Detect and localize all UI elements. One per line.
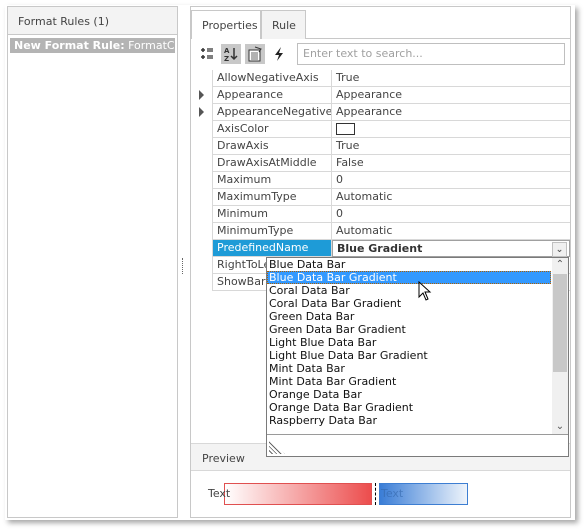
expand-arrow-icon[interactable] <box>199 107 204 117</box>
panel-splitter[interactable] <box>178 6 190 518</box>
dropdown-item[interactable]: Orange Data Bar Gradient <box>267 401 551 414</box>
property-row-selected[interactable]: PredefinedName Blue Gradient ⌄ <box>191 240 570 257</box>
property-row[interactable]: DrawAxisAtMiddle False <box>191 155 570 172</box>
dropdown-item-highlighted[interactable]: Blue Data Bar Gradient <box>267 271 551 284</box>
property-name: DrawAxisAtMiddle <box>212 155 332 172</box>
property-value[interactable]: 0 <box>332 172 570 189</box>
property-value[interactable]: True <box>332 70 570 87</box>
chevron-down-icon: ⌄ <box>555 245 564 255</box>
dropdown-item[interactable]: Orange Data Bar <box>267 388 551 401</box>
svg-text:Z: Z <box>224 55 229 62</box>
predefined-name-value: Blue Gradient <box>337 242 423 255</box>
property-value[interactable]: False <box>332 155 570 172</box>
property-name: Minimum <box>212 206 332 223</box>
dropdown-item[interactable]: Mint Data Bar <box>267 362 551 375</box>
categorized-button[interactable] <box>197 44 217 64</box>
dropdown-item[interactable]: Light Blue Data Bar Gradient <box>267 349 551 362</box>
property-value[interactable]: Automatic <box>332 189 570 206</box>
property-row[interactable]: Maximum 0 <box>191 172 570 189</box>
dropdown-scrollbar[interactable]: ⌃ ⌄ <box>552 258 568 434</box>
tab-strip: Properties Rule <box>191 7 570 39</box>
dropdown-item[interactable]: Coral Data Bar Gradient <box>267 297 551 310</box>
alphabetical-button[interactable]: A Z <box>221 44 241 64</box>
dropdown-item[interactable]: Green Data Bar Gradient <box>267 323 551 336</box>
property-row[interactable]: DrawAxis True <box>191 138 570 155</box>
dropdown-item[interactable]: Raspberry Data Bar <box>267 414 551 427</box>
color-swatch[interactable] <box>336 123 355 135</box>
events-button[interactable] <box>269 44 289 64</box>
resize-grip-icon[interactable] <box>269 440 285 454</box>
property-name: PredefinedName <box>212 240 332 257</box>
tab-rule[interactable]: Rule <box>261 10 306 39</box>
negative-data-bar <box>224 483 372 505</box>
sort-az-icon: A Z <box>224 47 238 63</box>
preview-text-negative: Text <box>208 487 231 500</box>
dropdown-item[interactable]: Green Data Bar <box>267 310 551 323</box>
rule-item-name: New Format Rule: <box>14 39 125 52</box>
property-name: AppearanceNegative <box>212 104 332 121</box>
property-name: AxisColor <box>212 121 332 138</box>
property-pages-button[interactable] <box>245 44 265 64</box>
property-value[interactable]: Appearance <box>332 87 570 104</box>
property-search-input[interactable]: Enter text to search... <box>297 43 565 65</box>
property-value[interactable]: Appearance <box>332 104 570 121</box>
dropdown-button[interactable]: ⌄ <box>552 242 567 257</box>
property-value[interactable] <box>332 121 570 138</box>
scroll-up-icon[interactable]: ⌃ <box>552 258 568 272</box>
tab-properties[interactable]: Properties <box>191 10 261 39</box>
preview-area: Text Text <box>191 471 570 517</box>
dropdown-item[interactable]: Blue Data Bar <box>267 258 551 271</box>
property-value[interactable]: Automatic <box>332 223 570 240</box>
property-pages-icon <box>248 46 262 62</box>
property-row[interactable]: MaximumType Automatic <box>191 189 570 206</box>
property-value[interactable]: 0 <box>332 206 570 223</box>
property-name: MaximumType <box>212 189 332 206</box>
property-name: AllowNegativeAxis <box>212 70 332 87</box>
property-row[interactable]: Minimum 0 <box>191 206 570 223</box>
dropdown-item[interactable]: Coral Data Bar <box>267 284 551 297</box>
splitter-grip-icon <box>182 258 183 274</box>
format-rules-header: Format Rules (1) <box>8 7 177 35</box>
dropdown-list: Blue Data Bar Blue Data Bar Gradient Cor… <box>267 258 551 427</box>
expand-arrow-icon[interactable] <box>199 90 204 100</box>
property-name: DrawAxis <box>212 138 332 155</box>
dropdown-item[interactable]: Mint Data Bar Gradient <box>267 375 551 388</box>
categorized-list-icon <box>201 48 213 59</box>
property-row[interactable]: Appearance Appearance <box>191 87 570 104</box>
property-row[interactable]: AxisColor <box>191 121 570 138</box>
scroll-down-icon[interactable]: ⌄ <box>552 420 568 434</box>
svg-text:A: A <box>224 47 230 55</box>
property-value[interactable]: True <box>332 138 570 155</box>
dropdown-item[interactable]: Light Blue Data Bar <box>267 336 551 349</box>
format-rules-panel: Format Rules (1) New Format Rule: Format… <box>7 6 178 518</box>
property-grid-toolbar: A Z Enter text to search... <box>195 41 567 67</box>
property-row[interactable]: AllowNegativeAxis True <box>191 70 570 87</box>
property-row[interactable]: AppearanceNegative Appearance <box>191 104 570 121</box>
lightning-icon <box>275 47 283 61</box>
property-name: Maximum <box>212 172 332 189</box>
property-name: MinimumType <box>212 223 332 240</box>
dropdown-footer <box>267 434 568 456</box>
scroll-thumb[interactable] <box>553 274 567 372</box>
format-rule-item[interactable]: New Format Rule: FormatCon <box>10 38 175 53</box>
rule-item-type: FormatCon <box>128 39 175 52</box>
property-row[interactable]: MinimumType Automatic <box>191 223 570 240</box>
axis-line <box>375 483 376 505</box>
property-name: Appearance <box>212 87 332 104</box>
predefined-name-editor[interactable]: Blue Gradient ⌄ <box>332 240 570 257</box>
preview-text-positive: Text <box>381 487 404 500</box>
mouse-cursor-icon <box>418 281 432 301</box>
